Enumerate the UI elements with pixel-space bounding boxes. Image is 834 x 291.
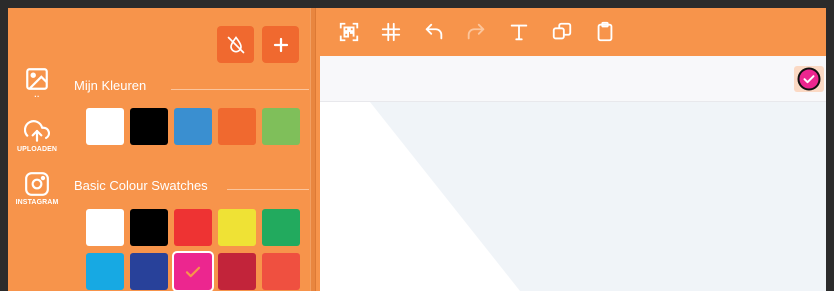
color-swatch[interactable]	[218, 108, 256, 145]
rail-item-label: UPLOADEN	[16, 146, 58, 153]
canvas-header-bar	[320, 56, 826, 102]
image-icon	[26, 68, 48, 90]
color-swatch[interactable]	[262, 108, 300, 145]
color-swatch[interactable]	[86, 108, 124, 145]
my-colors-title: Mijn Kleuren	[74, 78, 147, 93]
shapes-button[interactable]	[549, 19, 575, 45]
color-swatch[interactable]	[130, 209, 168, 246]
color-swatch[interactable]	[86, 253, 124, 290]
rail-item-instagram[interactable]: INSTAGRAM	[8, 171, 66, 206]
check-icon	[185, 266, 201, 278]
undo-button[interactable]	[421, 19, 447, 45]
upload-cloud-icon	[24, 120, 50, 142]
canvas-background-shape	[320, 102, 826, 291]
no-color-icon	[227, 35, 244, 53]
grid-hash-icon	[381, 22, 401, 42]
instagram-icon	[25, 172, 49, 196]
apply-color-button[interactable]	[794, 66, 824, 92]
rail-item-images[interactable]: ··	[8, 66, 66, 101]
basic-swatches-title: Basic Colour Swatches	[74, 178, 208, 193]
divider	[227, 189, 309, 190]
color-swatch[interactable]	[130, 108, 168, 145]
color-swatch[interactable]	[130, 253, 168, 290]
design-canvas[interactable]	[320, 56, 826, 291]
redo-button[interactable]	[463, 19, 489, 45]
color-swatch[interactable]	[86, 209, 124, 246]
text-button[interactable]	[506, 19, 532, 45]
canvas-toolbar	[320, 8, 826, 56]
clipboard-button[interactable]	[592, 19, 618, 45]
shapes-icon	[552, 22, 572, 40]
selected-color-check-icon	[797, 67, 821, 91]
color-swatch[interactable]	[262, 253, 300, 290]
color-swatch[interactable]	[262, 209, 300, 246]
qr-code-button[interactable]	[336, 19, 362, 45]
rail-item-label: INSTAGRAM	[15, 199, 59, 206]
color-swatch[interactable]	[174, 108, 212, 145]
redo-icon	[467, 23, 485, 40]
canvas-artboard[interactable]	[320, 102, 826, 291]
no-color-button[interactable]	[217, 26, 254, 63]
left-rail: ·· UPLOADEN INSTAGRAM	[8, 8, 66, 291]
add-color-button[interactable]	[262, 26, 299, 63]
color-swatch[interactable]	[174, 209, 212, 246]
qr-code-icon	[339, 22, 359, 42]
rail-dots: ··	[34, 92, 40, 101]
plus-icon	[273, 37, 288, 52]
color-swatch[interactable]	[218, 209, 256, 246]
clipboard-icon	[597, 21, 613, 42]
color-swatch[interactable]	[172, 251, 214, 291]
colour-panel: Mijn Kleuren Basic Colour Swatches	[66, 8, 309, 291]
grid-button[interactable]	[378, 19, 404, 45]
divider	[171, 89, 309, 90]
panel-splitter[interactable]	[310, 8, 316, 291]
rail-item-upload[interactable]: UPLOADEN	[8, 118, 66, 153]
undo-icon	[425, 23, 443, 40]
editor-window: ·· UPLOADEN INSTAGRAM Mijn Kleuren Basic…	[8, 8, 826, 291]
color-swatch[interactable]	[218, 253, 256, 290]
text-icon	[510, 24, 528, 41]
